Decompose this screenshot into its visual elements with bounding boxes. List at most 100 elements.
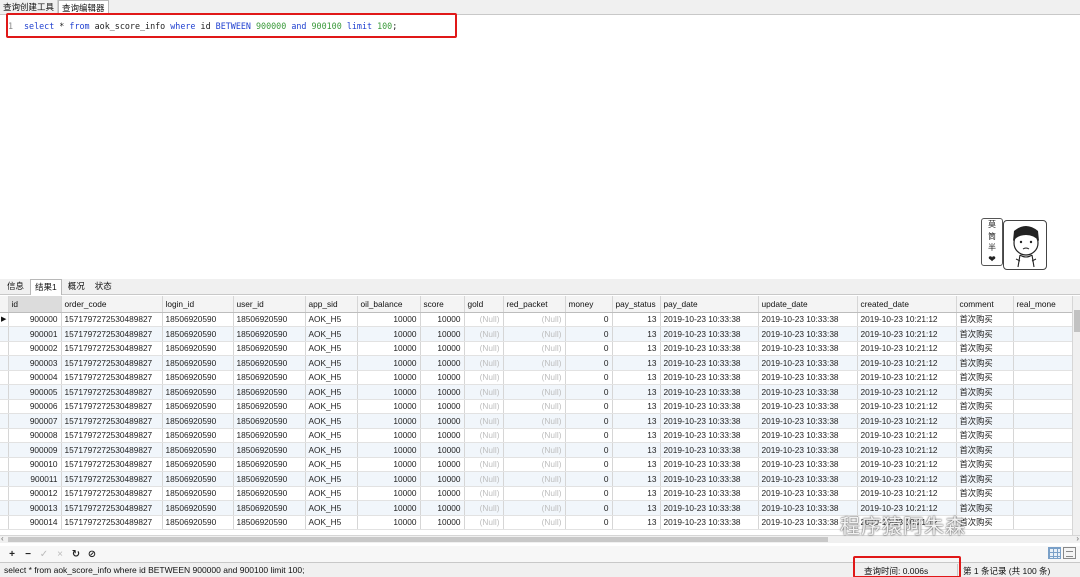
cell-score[interactable]: 10000 [420,341,465,356]
cell-oil-balance[interactable]: 10000 [357,312,421,327]
cell-comment[interactable]: 首次购买 [956,413,1014,429]
cell-id[interactable]: 900003 [8,355,62,371]
cell-oil-balance[interactable]: 10000 [357,471,421,487]
cell-pay-date[interactable]: 2019-10-23 10:33:38 [660,312,759,327]
cell-score[interactable]: 10000 [420,370,465,385]
cell-login-id[interactable]: 18506920590 [162,341,234,356]
table-row[interactable]: 900003 1571797272530489827 18506920590 1850… [0,355,1072,371]
cell-update-date[interactable]: 2019-10-23 10:33:38 [758,413,858,429]
cell-user-id[interactable]: 18506920590 [233,457,306,472]
cell-red-packet[interactable]: (Null) [503,312,566,327]
cell-user-id[interactable]: 18506920590 [233,413,306,429]
column-header-order-code[interactable]: order_code [61,296,163,313]
cell-score[interactable]: 10000 [420,486,465,501]
cell-app-sid[interactable]: AOK_H5 [305,341,358,356]
cell-money[interactable]: 0 [565,442,613,458]
cell-update-date[interactable]: 2019-10-23 10:33:38 [758,384,858,400]
cell-real-mone[interactable]: 1 [1013,500,1072,516]
cell-score[interactable]: 10000 [420,312,465,327]
cell-score[interactable]: 10000 [420,442,465,458]
column-header-red-packet[interactable]: red_packet [503,296,566,313]
scroll-left-icon[interactable]: ‹ [1,534,4,543]
refresh-button[interactable]: ↻ [68,547,84,561]
cell-red-packet[interactable]: (Null) [503,515,566,530]
cell-update-date[interactable]: 2019-10-23 10:33:38 [758,428,858,443]
cell-comment[interactable]: 首次购买 [956,471,1014,487]
cell-oil-balance[interactable]: 10000 [357,442,421,458]
cell-id[interactable]: 900013 [8,500,62,516]
cell-oil-balance[interactable]: 10000 [357,500,421,516]
cell-red-packet[interactable]: (Null) [503,413,566,429]
cell-comment[interactable]: 首次购买 [956,326,1014,342]
cell-gold[interactable]: (Null) [464,442,504,458]
form-view-icon[interactable] [1063,547,1076,559]
result-grid[interactable]: id order_code login_id user_id app_sid oil_ba… [0,296,1072,535]
column-header-user-id[interactable]: user_id [233,296,306,313]
cell-gold[interactable]: (Null) [464,384,504,400]
cell-user-id[interactable]: 18506920590 [233,486,306,501]
cell-login-id[interactable]: 18506920590 [162,486,234,501]
cell-pay-status[interactable]: 13 [612,384,661,400]
cell-order-code[interactable]: 1571797272530489827 [61,442,163,458]
cell-real-mone[interactable]: 1 [1013,486,1072,501]
cell-order-code[interactable]: 1571797272530489827 [61,457,163,472]
cell-gold[interactable]: (Null) [464,341,504,356]
sql-editor[interactable]: 1 select * from aok_score_info where id … [0,13,1080,277]
cell-score[interactable]: 10000 [420,326,465,342]
cell-pay-status[interactable]: 13 [612,370,661,385]
cell-order-code[interactable]: 1571797272530489827 [61,515,163,530]
cell-comment[interactable]: 首次购买 [956,486,1014,501]
cell-created-date[interactable]: 2019-10-23 10:21:12 [857,312,957,327]
cell-pay-status[interactable]: 13 [612,428,661,443]
row-indicator[interactable] [0,486,9,501]
column-header-real-mone[interactable]: real_mone [1013,296,1072,313]
cell-oil-balance[interactable]: 10000 [357,515,421,530]
cell-order-code[interactable]: 1571797272530489827 [61,384,163,400]
cell-created-date[interactable]: 2019-10-23 10:21:12 [857,370,957,385]
cell-id[interactable]: 900007 [8,413,62,429]
cell-pay-date[interactable]: 2019-10-23 10:33:38 [660,370,759,385]
column-header-money[interactable]: money [565,296,613,313]
cell-comment[interactable]: 首次购买 [956,428,1014,443]
cell-app-sid[interactable]: AOK_H5 [305,457,358,472]
discard-changes-button[interactable]: × [52,547,68,561]
cell-real-mone[interactable]: 1 [1013,312,1072,327]
cell-user-id[interactable]: 18506920590 [233,428,306,443]
cell-app-sid[interactable]: AOK_H5 [305,312,358,327]
column-header-created-date[interactable]: created_date [857,296,957,313]
cell-pay-date[interactable]: 2019-10-23 10:33:38 [660,486,759,501]
cell-update-date[interactable]: 2019-10-23 10:33:38 [758,442,858,458]
cell-gold[interactable]: (Null) [464,326,504,342]
cell-pay-status[interactable]: 13 [612,515,661,530]
cell-app-sid[interactable]: AOK_H5 [305,486,358,501]
cell-id[interactable]: 900002 [8,341,62,356]
cell-user-id[interactable]: 18506920590 [233,312,306,327]
cell-pay-status[interactable]: 13 [612,486,661,501]
cell-oil-balance[interactable]: 10000 [357,384,421,400]
cell-gold[interactable]: (Null) [464,471,504,487]
cell-app-sid[interactable]: AOK_H5 [305,399,358,414]
tab-status[interactable]: 状态 [91,279,116,294]
cell-login-id[interactable]: 18506920590 [162,413,234,429]
cell-id[interactable]: 900011 [8,471,62,487]
column-header-update-date[interactable]: update_date [758,296,858,313]
cell-order-code[interactable]: 1571797272530489827 [61,500,163,516]
cell-pay-date[interactable]: 2019-10-23 10:33:38 [660,500,759,516]
cell-oil-balance[interactable]: 10000 [357,355,421,371]
cell-id[interactable]: 900004 [8,370,62,385]
row-indicator[interactable] [0,341,9,356]
cell-red-packet[interactable]: (Null) [503,399,566,414]
cell-id[interactable]: 900005 [8,384,62,400]
cell-pay-status[interactable]: 13 [612,457,661,472]
cell-score[interactable]: 10000 [420,413,465,429]
cell-login-id[interactable]: 18506920590 [162,355,234,371]
cell-money[interactable]: 0 [565,399,613,414]
cell-comment[interactable]: 首次购买 [956,370,1014,385]
row-indicator[interactable] [0,370,9,385]
cell-real-mone[interactable]: 1 [1013,384,1072,400]
cell-money[interactable]: 0 [565,413,613,429]
cell-money[interactable]: 0 [565,471,613,487]
cell-user-id[interactable]: 18506920590 [233,442,306,458]
cell-real-mone[interactable]: 1 [1013,428,1072,443]
delete-record-button[interactable]: − [20,547,36,561]
